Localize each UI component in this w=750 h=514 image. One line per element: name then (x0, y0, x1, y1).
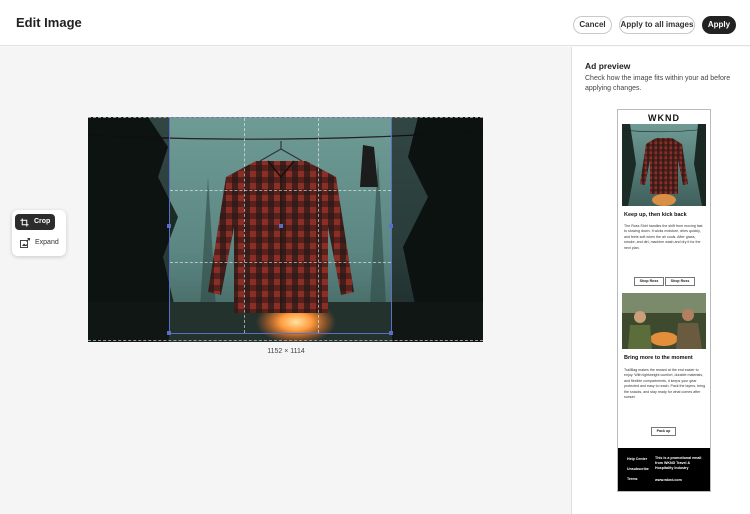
ad-heading-1: Keep up, then kick back (624, 212, 687, 218)
ad-footer: Help Center Unsubscribe Terms This is a … (618, 448, 710, 491)
header-bar: Edit Image Cancel Apply to all images Ap… (0, 0, 750, 46)
ad-body-1: The Ross Shirt handles the shift from mo… (624, 224, 703, 250)
crop-tool-label: Crop (34, 218, 51, 225)
crop-grid-line (170, 262, 391, 263)
crop-handle-center[interactable] (279, 224, 283, 228)
ad-heading-2: Bring more to the moment (624, 355, 693, 361)
image-canvas[interactable] (88, 117, 483, 342)
tool-palette: Crop Expand (12, 210, 66, 256)
crop-tool-button[interactable]: Crop (15, 214, 55, 230)
ad-shop-button-1: Shop Ross (634, 277, 664, 286)
footer-disclaimer: This is a promotional email from WKND Tr… (655, 456, 702, 470)
crop-handle-right[interactable] (389, 224, 393, 228)
crop-icon (20, 217, 29, 227)
page-title: Edit Image (16, 15, 82, 30)
ad-shop-button-2: Shop Ross (665, 277, 695, 286)
cancel-button[interactable]: Cancel (573, 16, 612, 34)
ad-preview-panel: Ad preview Check how the image fits with… (571, 47, 750, 514)
panel-description: Check how the image fits within your ad … (585, 75, 731, 92)
footer-website: www.wknd.com (655, 478, 682, 482)
expand-icon (20, 238, 30, 248)
campfire-thumbnail (622, 293, 706, 349)
footer-link-unsubscribe: Unsubscribe (627, 467, 649, 471)
ad-image-shirt (622, 124, 706, 206)
crop-frame[interactable] (167, 117, 393, 335)
panel-title: Ad preview (585, 61, 631, 71)
ad-pack-button: Pack up (651, 427, 676, 436)
shirt-thumbnail (622, 124, 706, 206)
crop-grid-line (170, 190, 391, 191)
image-bottom-border (88, 340, 483, 341)
footer-link-help: Help Center (627, 457, 648, 461)
crop-grid-line (244, 118, 245, 333)
expand-tool-label: Expand (35, 239, 59, 246)
image-top-border (88, 117, 483, 118)
crop-mask-right (392, 117, 483, 342)
footer-link-terms: Terms (627, 477, 638, 481)
crop-handle-bottom-right[interactable] (389, 331, 393, 335)
crop-handle-bottom-left[interactable] (167, 331, 171, 335)
ad-preview: WKND Keep up, then kick back The Ross Sh… (617, 109, 711, 492)
crop-mask-left (88, 117, 169, 342)
expand-tool-button[interactable]: Expand (15, 235, 63, 251)
crop-grid-line (318, 118, 319, 333)
crop-handle-left[interactable] (167, 224, 171, 228)
apply-to-all-button[interactable]: Apply to all images (619, 16, 695, 34)
ad-logo: WKND (648, 113, 680, 123)
image-dimensions: 1152 × 1114 (267, 348, 305, 355)
apply-button[interactable]: Apply (702, 16, 736, 34)
ad-body-2: TrailBag makes the reward at the end eas… (624, 368, 706, 400)
ad-image-campfire (622, 293, 706, 349)
